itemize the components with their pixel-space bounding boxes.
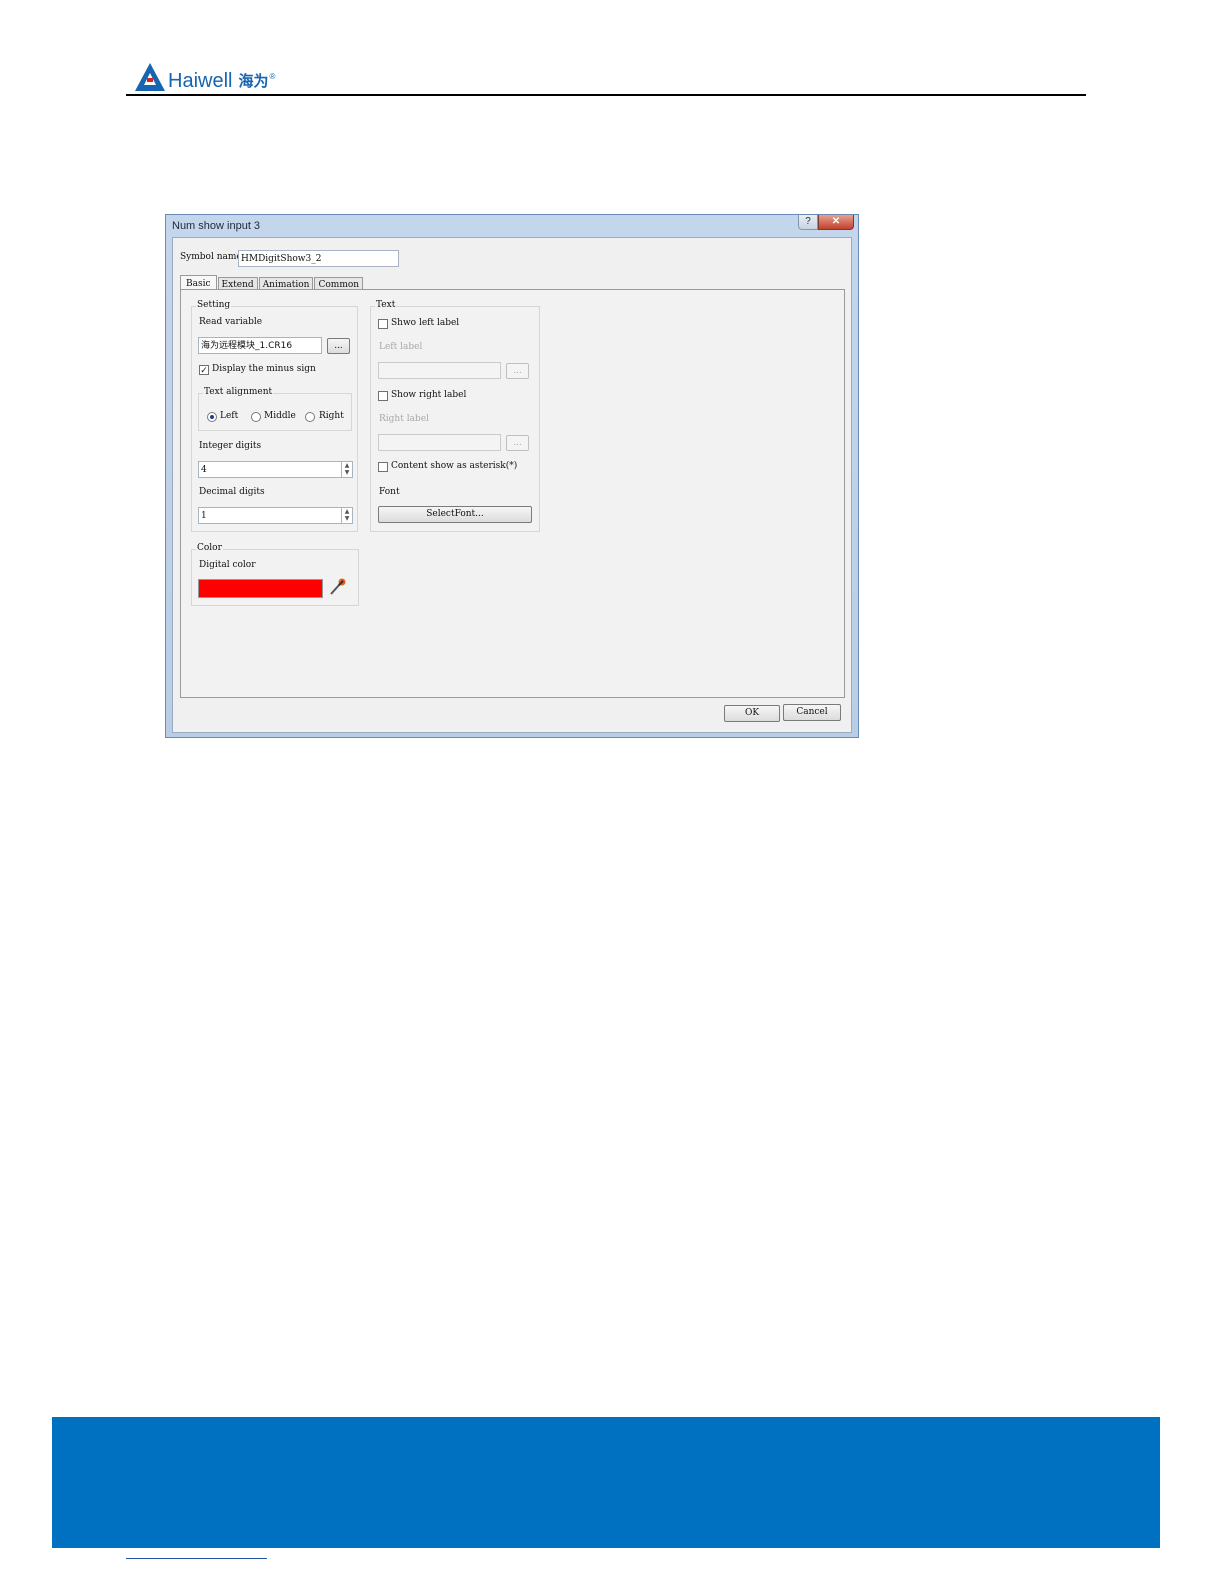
decimal-digits-value: 1 <box>201 511 207 521</box>
left-label-caption: Left label <box>379 342 423 352</box>
window-buttons: ? ✕ <box>798 215 854 230</box>
dialog-client-area: Symbol name HMDigitShow3_2 Basic Extend … <box>172 237 852 733</box>
brand-cn: 海为 <box>238 73 269 90</box>
color-group: Color Digital color <box>191 543 359 606</box>
show-left-label-text: Shwo left label <box>391 318 460 328</box>
help-button[interactable]: ? <box>798 215 818 230</box>
show-right-label-text: Show right label <box>391 390 467 400</box>
align-right-radio[interactable] <box>305 412 315 422</box>
spin-up-icon[interactable]: ▲ <box>342 508 352 515</box>
font-label: Font <box>379 487 400 497</box>
left-label-input[interactable] <box>378 362 501 379</box>
integer-digits-input[interactable]: 4 ▲ ▼ <box>198 461 353 478</box>
right-label-browse-button[interactable]: ... <box>506 435 529 451</box>
decimal-digits-spinner[interactable]: ▲ ▼ <box>341 508 352 523</box>
dialog-title: Num show input 3 <box>172 220 261 232</box>
color-picker-icon[interactable] <box>328 577 346 600</box>
right-label-caption: Right label <box>379 414 429 424</box>
align-middle-label: Middle <box>264 411 296 421</box>
decimal-digits-label: Decimal digits <box>199 487 265 497</box>
text-alignment-group: Text alignment Left Middle Right <box>198 387 352 431</box>
integer-digits-label: Integer digits <box>199 441 262 451</box>
footer-band <box>52 1417 1160 1548</box>
digital-color-label: Digital color <box>199 560 256 570</box>
spin-up-icon[interactable]: ▲ <box>342 462 352 469</box>
minus-sign-label: Display the minus sign <box>212 364 316 374</box>
text-group: Text Shwo left label Left label ... Show… <box>370 300 540 532</box>
cancel-button[interactable]: Cancel <box>783 704 841 721</box>
symbol-name-input[interactable]: HMDigitShow3_2 <box>238 250 399 267</box>
show-right-label-checkbox[interactable] <box>378 391 388 401</box>
num-show-input-dialog: Num show input 3 ? ✕ Symbol name HMDigit… <box>165 214 859 738</box>
select-font-button[interactable]: SelectFont... <box>378 506 532 523</box>
align-left-radio[interactable] <box>207 412 217 422</box>
align-left-label: Left <box>220 411 239 421</box>
ok-button[interactable]: OK <box>724 705 780 722</box>
symbol-name-label: Symbol name <box>180 252 242 262</box>
basic-tab-panel: Setting Read variable 海为远程模块_1.CR16 ... … <box>180 289 845 698</box>
footer-link-underline <box>126 1558 267 1559</box>
registered-mark: ® <box>269 72 276 81</box>
haiwell-logo-icon <box>135 63 165 91</box>
right-label-input[interactable] <box>378 434 501 451</box>
eyedropper-icon <box>330 578 346 595</box>
header-divider <box>126 94 1086 96</box>
left-label-browse-button[interactable]: ... <box>506 363 529 379</box>
read-variable-browse-button[interactable]: ... <box>327 338 350 354</box>
spin-down-icon[interactable]: ▼ <box>342 515 352 522</box>
haiwell-logo: Haiwell 海为 ® <box>134 62 275 92</box>
brand-name: Haiwell <box>168 70 233 92</box>
integer-digits-spinner[interactable]: ▲ ▼ <box>341 462 352 477</box>
read-variable-label: Read variable <box>199 317 263 327</box>
text-group-title: Text <box>375 300 397 310</box>
close-button[interactable]: ✕ <box>818 215 854 230</box>
read-variable-input[interactable]: 海为远程模块_1.CR16 <box>198 337 322 354</box>
setting-group-title: Setting <box>196 300 232 310</box>
text-alignment-title: Text alignment <box>203 387 274 397</box>
setting-group: Setting Read variable 海为远程模块_1.CR16 ... … <box>191 300 358 532</box>
integer-digits-value: 4 <box>201 465 207 475</box>
decimal-digits-input[interactable]: 1 ▲ ▼ <box>198 507 353 524</box>
asterisk-checkbox[interactable] <box>378 462 388 472</box>
digital-color-swatch[interactable] <box>198 579 323 598</box>
minus-sign-checkbox[interactable]: ✓ <box>199 365 209 375</box>
show-left-label-checkbox[interactable] <box>378 319 388 329</box>
asterisk-label: Content show as asterisk(*) <box>391 461 518 471</box>
check-icon: ✓ <box>200 365 208 375</box>
color-group-title: Color <box>196 543 223 553</box>
align-right-label: Right <box>319 411 344 421</box>
align-middle-radio[interactable] <box>251 412 261 422</box>
spin-down-icon[interactable]: ▼ <box>342 469 352 476</box>
